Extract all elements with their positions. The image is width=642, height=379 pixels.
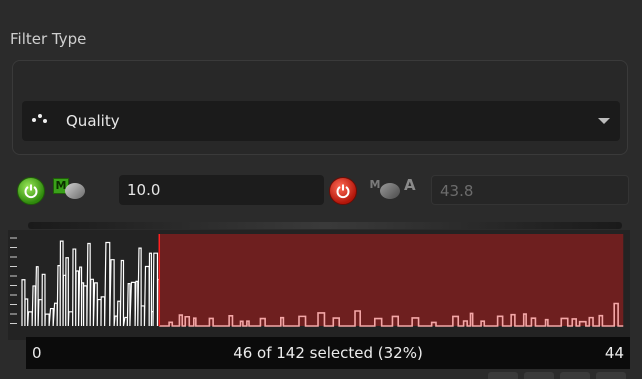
manual-disc-icon[interactable]: M — [53, 177, 105, 203]
tab-button[interactable] — [488, 372, 518, 379]
bottom-tab-strip — [488, 372, 628, 379]
upper-enable-power-icon[interactable] — [329, 177, 357, 205]
filter-type-dropdown[interactable]: Quality — [22, 101, 620, 141]
selected-region — [159, 234, 624, 326]
disc-icon — [65, 183, 85, 199]
lower-threshold-input[interactable]: 10.0 — [119, 175, 324, 205]
lower-enable-power-icon[interactable] — [17, 177, 45, 205]
disc-icon — [380, 183, 400, 199]
chevron-down-icon[interactable] — [598, 118, 610, 124]
tab-button[interactable] — [560, 372, 590, 379]
upper-threshold-input[interactable]: 43.8 — [431, 175, 629, 205]
histogram-footer: 0 46 of 142 selected (32%) 44 — [26, 337, 630, 369]
histogram-unselected-outline — [21, 240, 160, 327]
histogram-max-label: 44 — [604, 344, 624, 362]
histogram-chart[interactable] — [8, 230, 630, 340]
selection-status: 46 of 142 selected (32%) — [233, 344, 423, 362]
threshold-toolbar: M 10.0 M A 43.8 — [0, 172, 642, 212]
tab-button[interactable] — [524, 372, 554, 379]
tab-button[interactable] — [596, 372, 626, 379]
scatter-dots-icon — [32, 113, 48, 127]
filter-type-value: Quality — [66, 112, 120, 130]
range-slider-track[interactable] — [28, 222, 622, 229]
filter-type-title: Filter Type — [10, 30, 87, 48]
auto-mode-letter: A — [404, 176, 416, 194]
manual-auto-disc-icon[interactable]: M A — [368, 176, 420, 203]
histogram-panel — [8, 230, 630, 340]
